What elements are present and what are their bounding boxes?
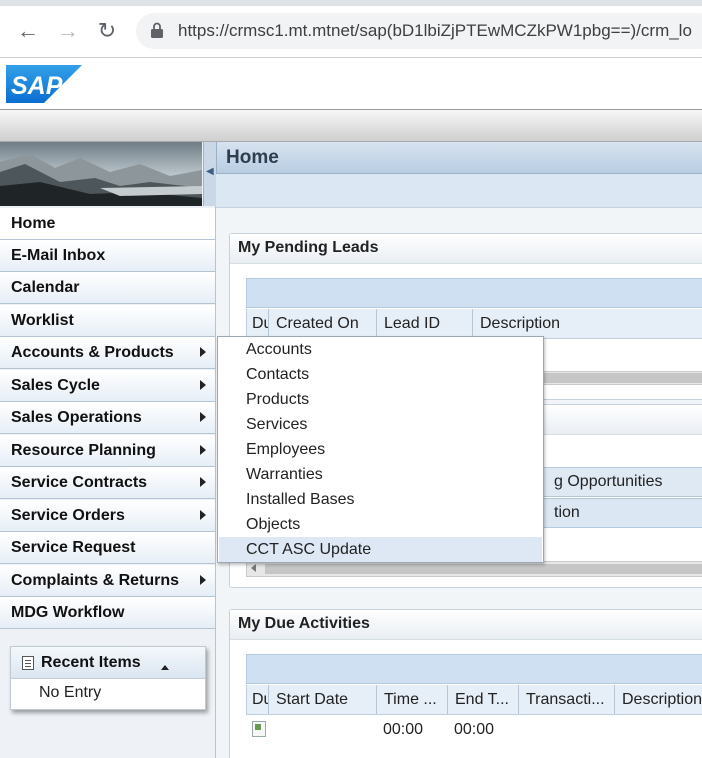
column-header[interactable]: Created On xyxy=(269,309,377,338)
chevron-right-icon xyxy=(200,412,206,422)
nav-item-label: Resource Planning xyxy=(11,442,156,459)
address-bar[interactable]: https://crmsc1.mt.mtnet/sap(bD1lbiZjPTEw… xyxy=(136,13,702,49)
nav-item-label: Service Request xyxy=(11,539,136,556)
nav-item-label: Home xyxy=(11,215,56,232)
grid-header-row: Du Start Date Time ... End T... Transact… xyxy=(246,685,702,715)
nav-item-home[interactable]: Home xyxy=(0,208,215,240)
grid-header-row: Du Created On Lead ID Description xyxy=(246,309,702,339)
column-header[interactable]: Time ... xyxy=(377,685,448,714)
accounts-products-submenu: Accounts Contacts Products Services Empl… xyxy=(217,336,544,563)
lock-icon xyxy=(151,22,163,38)
panel-title: My Pending Leads xyxy=(238,239,379,256)
nav-item-accounts-products[interactable]: Accounts & Products xyxy=(0,337,215,369)
activity-type-icon[interactable] xyxy=(252,721,266,737)
mountain-lake-image xyxy=(0,142,202,206)
grid-toolbar xyxy=(246,278,702,308)
nav-item-sales-operations[interactable]: Sales Operations xyxy=(0,402,215,434)
horizontal-scrollbar[interactable] xyxy=(246,561,702,577)
menu-item-objects[interactable]: Objects xyxy=(219,512,542,537)
nav-item-label: Calendar xyxy=(11,279,80,296)
column-header[interactable]: Lead ID xyxy=(377,309,473,338)
nav-item-resource-planning[interactable]: Resource Planning xyxy=(0,435,215,467)
collapse-triangle-icon[interactable] xyxy=(161,665,169,670)
nav-item-service-contracts[interactable]: Service Contracts xyxy=(0,467,215,499)
opportunities-label: g Opportunities xyxy=(554,473,663,490)
column-header[interactable]: Du xyxy=(247,685,269,714)
recent-items-empty: No Entry xyxy=(39,684,102,701)
chevron-left-icon: ◀ xyxy=(206,166,214,177)
back-icon[interactable]: ← xyxy=(15,18,41,44)
start-time-cell: 00:00 xyxy=(383,721,424,738)
nav-item-label: Sales Cycle xyxy=(11,377,100,394)
collapse-nav-button[interactable]: ◀ xyxy=(203,142,216,206)
column-header[interactable]: Description xyxy=(615,685,702,714)
end-time-cell: 00:00 xyxy=(454,721,495,738)
opportunities-column: tion xyxy=(554,504,580,521)
panel-header[interactable]: My Due Activities xyxy=(230,610,702,640)
nav-item-label: Service Orders xyxy=(11,507,125,524)
page-title-bar: Home xyxy=(216,142,702,174)
document-icon xyxy=(22,656,34,670)
menu-item-contacts[interactable]: Contacts xyxy=(219,362,542,387)
nav-item-label: Sales Operations xyxy=(11,409,142,426)
chevron-right-icon xyxy=(200,445,206,455)
tab-strip xyxy=(0,0,702,6)
sap-logo: SAP xyxy=(6,65,82,103)
recent-items-title: Recent Items xyxy=(41,654,141,671)
sap-toolbar xyxy=(0,110,702,142)
svg-text:SAP: SAP xyxy=(11,72,63,100)
menu-item-services[interactable]: Services xyxy=(219,412,542,437)
nav-item-email-inbox[interactable]: E-Mail Inbox xyxy=(0,240,215,272)
nav-item-service-request[interactable]: Service Request xyxy=(0,532,215,564)
nav-item-label: Accounts & Products xyxy=(11,344,174,361)
column-header[interactable]: Transacti... xyxy=(519,685,615,714)
recent-items-panel: Recent Items No Entry xyxy=(10,646,206,710)
chevron-right-icon xyxy=(200,510,206,520)
url-text[interactable]: https://crmsc1.mt.mtnet/sap(bD1lbiZjPTEw… xyxy=(178,21,692,41)
menu-item-employees[interactable]: Employees xyxy=(219,437,542,462)
nav-item-label: Service Contracts xyxy=(11,474,148,491)
nav-item-calendar[interactable]: Calendar xyxy=(0,272,215,304)
nav-item-mdg-workflow[interactable]: MDG Workflow xyxy=(0,597,215,629)
sap-header: SAP xyxy=(0,58,702,110)
nav-item-label: MDG Workflow xyxy=(11,604,125,621)
due-activities-panel: My Due Activities Du Start Date Time ...… xyxy=(229,609,702,758)
reload-icon[interactable]: ↻ xyxy=(94,18,120,44)
column-header[interactable]: Start Date xyxy=(269,685,377,714)
page-subheader xyxy=(216,174,702,208)
panel-header[interactable]: My Pending Leads xyxy=(230,234,702,264)
panel-title: My Due Activities xyxy=(238,615,370,632)
column-header[interactable]: End T... xyxy=(448,685,519,714)
chevron-right-icon xyxy=(200,477,206,487)
grid-toolbar xyxy=(246,654,702,684)
navigation-bar: ◀ Home E-Mail Inbox Calendar Worklist Ac… xyxy=(0,142,216,758)
chevron-right-icon xyxy=(200,380,206,390)
menu-item-cct-asc-update[interactable]: CCT ASC Update xyxy=(219,537,542,562)
nav-item-service-orders[interactable]: Service Orders xyxy=(0,500,215,532)
menu-item-installed-bases[interactable]: Installed Bases xyxy=(219,487,542,512)
nav-item-sales-cycle[interactable]: Sales Cycle xyxy=(0,370,215,402)
forward-icon[interactable]: → xyxy=(55,18,81,44)
column-header[interactable]: Du xyxy=(247,309,269,338)
menu-item-warranties[interactable]: Warranties xyxy=(219,462,542,487)
column-header[interactable]: Description xyxy=(473,309,702,338)
recent-items-header[interactable]: Recent Items xyxy=(11,647,205,679)
menu-item-products[interactable]: Products xyxy=(219,387,542,412)
nav-item-label: Worklist xyxy=(11,312,74,329)
nav-item-worklist[interactable]: Worklist xyxy=(0,305,215,337)
nav-item-complaints-returns[interactable]: Complaints & Returns xyxy=(0,565,215,597)
scroll-left-icon[interactable] xyxy=(251,564,256,572)
chevron-right-icon xyxy=(200,575,206,585)
page-title: Home xyxy=(226,147,279,168)
nav-item-label: Complaints & Returns xyxy=(11,572,180,589)
chevron-right-icon xyxy=(200,347,206,357)
nav-item-label: E-Mail Inbox xyxy=(11,247,106,264)
menu-item-accounts[interactable]: Accounts xyxy=(219,337,542,362)
browser-toolbar: ← → ↻ https://crmsc1.mt.mtnet/sap(bD1lbi… xyxy=(0,0,702,58)
